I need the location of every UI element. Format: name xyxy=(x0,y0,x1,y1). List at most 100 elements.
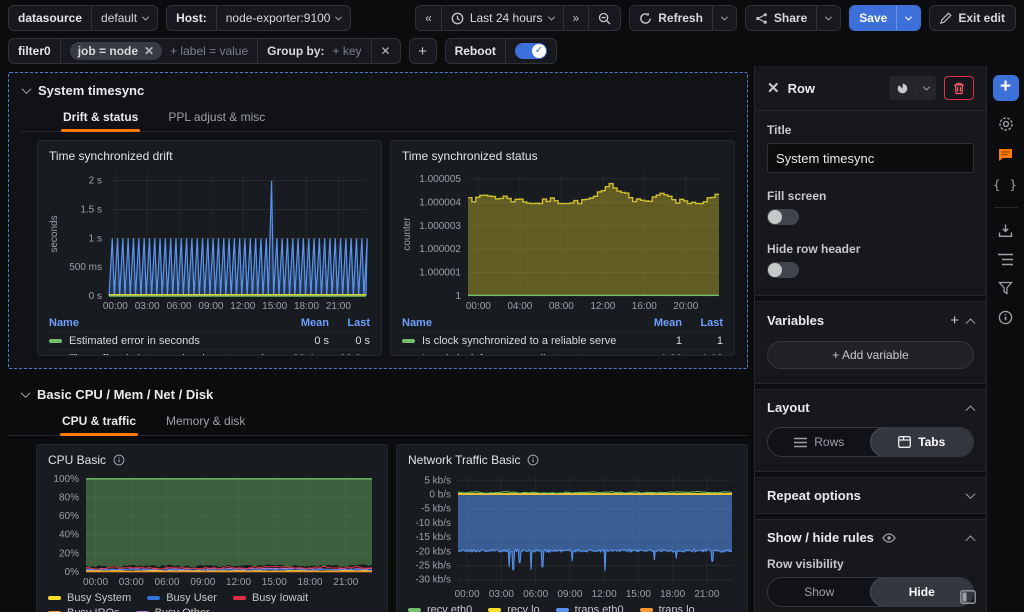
legend-col-mean[interactable]: Mean xyxy=(624,317,682,329)
legend-row[interactable]: Local clock frequency adjustment 1.00 1.… xyxy=(400,349,725,356)
settings-gear-icon[interactable] xyxy=(998,116,1014,132)
svg-text:06:00: 06:00 xyxy=(523,589,548,600)
show-hide-rules-header[interactable]: Show / hide rules xyxy=(755,520,986,555)
legend-col-last[interactable]: Last xyxy=(336,317,370,329)
panel-time-synchronized-status[interactable]: Time synchronized status 00:0004:0008:00… xyxy=(390,140,735,356)
svg-text:1.000005: 1.000005 xyxy=(419,174,461,185)
duplicate-button[interactable] xyxy=(889,82,916,95)
save-button[interactable]: Save xyxy=(850,6,896,30)
svg-text:12:00: 12:00 xyxy=(226,577,251,588)
row-system-timesync[interactable]: System timesync Drift & status PPL adjus… xyxy=(8,72,748,369)
legend-item[interactable]: Busy IRQs xyxy=(48,607,120,612)
repeat-options-header[interactable]: Repeat options xyxy=(755,478,986,513)
panel-title[interactable]: Time synchronized status xyxy=(402,149,725,163)
time-range-picker[interactable]: Last 24 hours xyxy=(442,6,564,30)
variables-section-header[interactable]: Variables + xyxy=(755,302,986,339)
tab-cpu-traffic[interactable]: CPU & traffic xyxy=(60,408,138,435)
add-filter-hint[interactable]: + label = value xyxy=(170,44,248,58)
legend-item[interactable]: recv lo xyxy=(488,604,539,612)
clear-filters-button[interactable]: ✕ xyxy=(372,39,400,63)
legend-item[interactable]: trans eth0 xyxy=(556,604,624,612)
panel-cpu-basic[interactable]: CPU Basic 00:0003:0006:0009:0012:0015:00… xyxy=(36,444,388,612)
share-icon xyxy=(755,12,768,25)
close-pane-icon[interactable]: ✕ xyxy=(767,81,780,96)
json-braces-icon[interactable]: { } xyxy=(993,178,1018,192)
comment-icon[interactable] xyxy=(997,147,1014,163)
refresh-button[interactable]: Refresh xyxy=(630,6,712,30)
tab-memory-disk[interactable]: Memory & disk xyxy=(164,408,247,435)
export-icon[interactable] xyxy=(998,223,1013,238)
visibility-hide-option[interactable]: Hide xyxy=(870,577,975,607)
legend-row[interactable]: Estimated error in seconds 0 s 0 s xyxy=(47,331,372,349)
groupby-hint[interactable]: + key xyxy=(332,44,361,58)
host-picker[interactable]: Host: node-exporter:9100 xyxy=(166,5,351,31)
datasource-picker[interactable]: datasource default xyxy=(8,5,158,31)
net-chart[interactable]: 00:0003:0006:0009:0012:0015:0018:0021:00… xyxy=(406,470,738,600)
legend-col-name[interactable]: Name xyxy=(402,317,617,329)
filter-funnel-icon[interactable] xyxy=(998,281,1013,295)
legend-item[interactable]: trans lo xyxy=(640,604,695,612)
svg-text:20%: 20% xyxy=(59,548,79,559)
status-chart[interactable]: 00:0004:0008:0012:0016:0020:0011.0000011… xyxy=(400,166,725,312)
svg-text:15:00: 15:00 xyxy=(626,589,651,600)
panel-title[interactable]: Network Traffic Basic xyxy=(408,453,520,467)
tab-drift-status[interactable]: Drift & status xyxy=(61,104,140,131)
row-collapse-icon[interactable] xyxy=(21,388,31,398)
svg-text:18:00: 18:00 xyxy=(298,577,323,588)
legend-item[interactable]: Busy Iowait xyxy=(233,592,308,604)
datasource-value[interactable]: default xyxy=(92,6,157,30)
add-filter-button[interactable]: + xyxy=(409,38,437,64)
panel-network-traffic-basic[interactable]: Network Traffic Basic 00:0003:0006:0009:… xyxy=(396,444,748,612)
time-forward-button[interactable]: » xyxy=(564,6,590,30)
add-variable-button[interactable]: + Add variable xyxy=(767,341,974,369)
tab-ppl-adjust[interactable]: PPL adjust & misc xyxy=(166,104,267,131)
add-variable-icon[interactable]: + xyxy=(950,312,959,329)
legend-item[interactable]: Busy User xyxy=(147,592,217,604)
host-value[interactable]: node-exporter:9100 xyxy=(217,6,351,30)
legend-item[interactable]: recv eth0 xyxy=(408,604,472,612)
legend-col-last[interactable]: Last xyxy=(689,317,723,329)
share-dropdown[interactable] xyxy=(816,6,840,30)
reboot-toggle[interactable] xyxy=(515,43,547,59)
refresh-interval-dropdown[interactable] xyxy=(712,6,736,30)
fill-screen-toggle[interactable] xyxy=(767,209,799,225)
legend-item[interactable]: Busy System xyxy=(48,592,131,604)
visibility-show-option[interactable]: Show xyxy=(768,578,871,606)
legend-row[interactable]: Is clock synchronized to a reliable serv… xyxy=(400,331,725,349)
info-icon[interactable] xyxy=(527,454,539,466)
row-collapse-icon[interactable] xyxy=(22,84,32,94)
row-title[interactable]: Basic CPU / Mem / Net / Disk xyxy=(37,387,213,402)
legend-item[interactable]: Busy Other xyxy=(136,607,210,612)
info-icon[interactable] xyxy=(113,454,125,466)
time-back-button[interactable]: « xyxy=(416,6,442,30)
row-title[interactable]: System timesync xyxy=(38,83,144,98)
row-basic-cpu[interactable]: Basic CPU / Mem / Net / Disk CPU & traff… xyxy=(8,383,748,612)
panel-title[interactable]: CPU Basic xyxy=(48,453,106,467)
filter-chip[interactable]: job = node✕ xyxy=(70,42,162,60)
info-circle-icon[interactable] xyxy=(998,310,1013,325)
chevron-down-icon xyxy=(905,13,912,20)
drift-chart[interactable]: 00:0003:0006:0009:0012:0015:0018:0021:00… xyxy=(47,166,372,312)
zoom-out-button[interactable] xyxy=(589,6,620,30)
outline-list-icon[interactable] xyxy=(998,253,1013,266)
hide-row-header-toggle[interactable] xyxy=(767,262,799,278)
add-panel-button[interactable]: + xyxy=(993,75,1019,101)
exit-edit-button[interactable]: Exit edit xyxy=(929,5,1016,31)
layout-tabs-option[interactable]: Tabs xyxy=(870,427,975,457)
close-icon[interactable]: ✕ xyxy=(144,45,154,57)
legend-col-name[interactable]: Name xyxy=(49,317,264,329)
legend-row[interactable]: Time offset in between local system and … xyxy=(47,349,372,356)
save-dropdown[interactable] xyxy=(896,6,920,30)
row-actions-dropdown[interactable] xyxy=(916,86,936,91)
collapse-pane-icon[interactable] xyxy=(960,590,976,604)
layout-rows-option[interactable]: Rows xyxy=(768,428,871,456)
layout-section-header[interactable]: Layout xyxy=(755,390,986,425)
delete-row-button[interactable] xyxy=(944,76,974,100)
panel-time-synchronized-drift[interactable]: Time synchronized drift 00:0003:0006:000… xyxy=(37,140,382,356)
row-title-input[interactable] xyxy=(767,143,974,173)
cpu-chart[interactable]: 00:0003:0006:0009:0012:0015:0018:0021:00… xyxy=(46,470,378,588)
legend-col-mean[interactable]: Mean xyxy=(271,317,329,329)
svg-text:-20 kb/s: -20 kb/s xyxy=(415,546,451,557)
panel-title[interactable]: Time synchronized drift xyxy=(49,149,372,163)
share-button[interactable]: Share xyxy=(746,6,816,30)
